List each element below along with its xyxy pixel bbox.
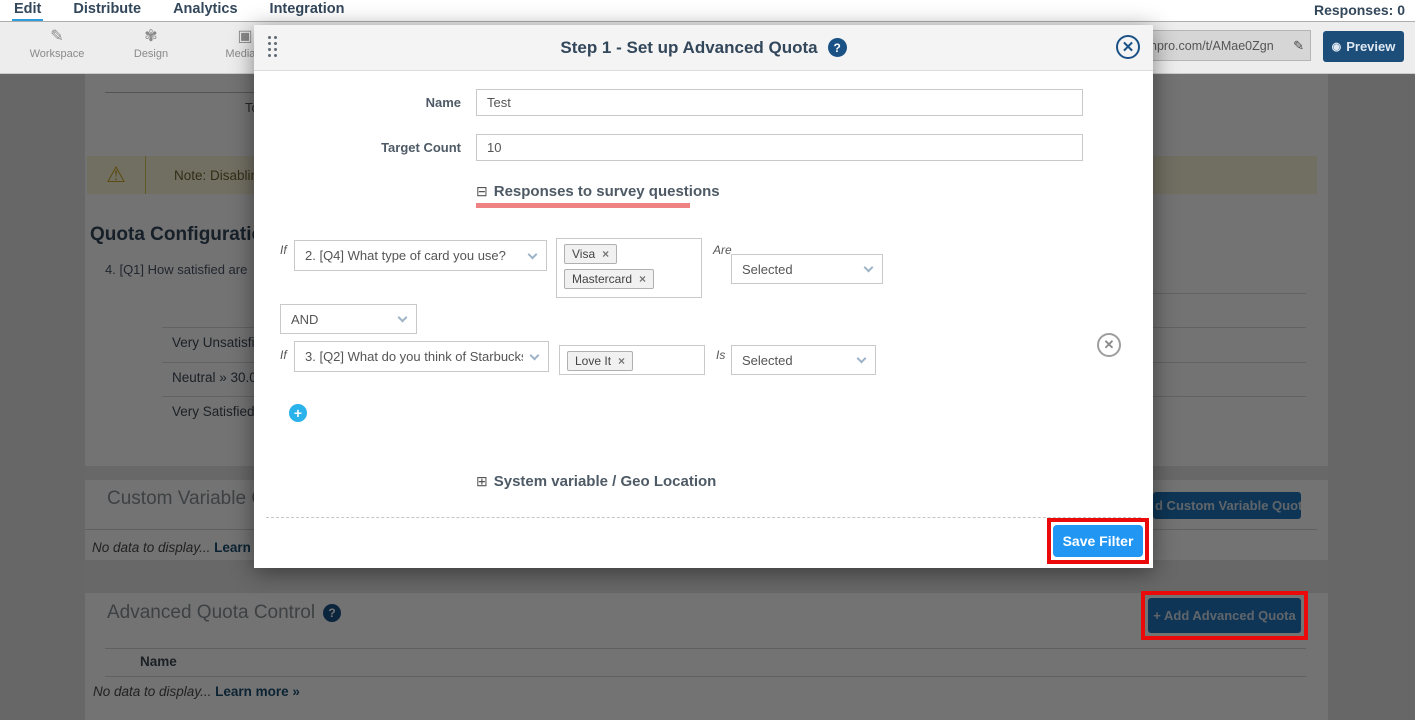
responses-section-toggle[interactable]: ⊟ Responses to survey questions: [476, 183, 720, 200]
chevron-down-icon: [530, 350, 540, 360]
survey-url-text: npro.com/t/AMae0Zgn: [1150, 39, 1293, 53]
remove-condition-icon[interactable]: ✕: [1097, 333, 1121, 357]
condition2-if-label: If: [280, 348, 287, 362]
logic-operator-select[interactable]: AND: [280, 304, 417, 334]
footer-dashed-divider: [266, 517, 1141, 518]
modal-title: Step 1 - Set up Advanced Quota ?: [560, 38, 846, 58]
target-count-input[interactable]: [476, 134, 1083, 161]
expand-icon: ⊞: [476, 473, 488, 490]
name-label: Name: [334, 95, 461, 110]
chevron-down-icon: [398, 313, 408, 323]
nav-tab-analytics[interactable]: Analytics: [171, 0, 239, 19]
remove-tag-icon[interactable]: ×: [618, 354, 625, 368]
condition1-question-select[interactable]: 2. [Q4] What type of card you use?: [294, 240, 547, 271]
answer-tag: Mastercard ×: [564, 269, 654, 289]
chevron-down-icon: [864, 263, 874, 273]
remove-tag-icon[interactable]: ×: [602, 247, 609, 261]
add-advanced-quota-annotation-box: [1141, 591, 1308, 640]
edit-url-pencil-icon[interactable]: ✎: [1293, 38, 1304, 54]
condition1-if-label: If: [280, 243, 287, 257]
responses-count: Responses: 0: [1314, 2, 1405, 18]
save-filter-annotation-box: Save Filter: [1047, 518, 1149, 564]
section-underline: [476, 203, 690, 208]
eye-icon: ◉: [1332, 40, 1342, 53]
advanced-quota-modal: Step 1 - Set up Advanced Quota ? ✕ Name …: [254, 25, 1153, 568]
survey-url-field[interactable]: npro.com/t/AMae0Zgn ✎: [1141, 30, 1311, 61]
collapse-icon: ⊟: [476, 183, 488, 200]
name-input[interactable]: [476, 89, 1083, 116]
top-nav: Edit Distribute Analytics Integration Re…: [0, 0, 1415, 22]
chevron-down-icon: [857, 354, 867, 364]
drag-handle-icon[interactable]: [268, 36, 277, 57]
condition2-answers-box[interactable]: Love It ×: [559, 345, 705, 375]
chevron-down-icon: [528, 249, 538, 259]
nav-tab-distribute[interactable]: Distribute: [71, 0, 143, 19]
modal-header: Step 1 - Set up Advanced Quota ? ✕: [254, 25, 1153, 71]
condition1-are-label: Are: [713, 243, 732, 257]
nav-tab-edit[interactable]: Edit: [12, 0, 43, 21]
condition1-answers-box[interactable]: Visa × Mastercard ×: [556, 238, 702, 298]
preview-button[interactable]: ◉ Preview: [1323, 31, 1404, 62]
condition2-question-select[interactable]: 3. [Q2] What do you think of Starbucks..…: [294, 341, 549, 372]
system-variable-section-toggle[interactable]: ⊞ System variable / Geo Location: [476, 473, 716, 490]
modal-help-icon[interactable]: ?: [828, 38, 847, 57]
answer-tag: Love It ×: [567, 351, 633, 371]
design-palette-icon: ✾: [104, 28, 198, 48]
target-count-label: Target Count: [334, 140, 461, 155]
add-condition-icon[interactable]: +: [289, 404, 307, 422]
condition1-operator-select[interactable]: Selected: [731, 254, 883, 284]
save-filter-button[interactable]: Save Filter: [1053, 525, 1143, 557]
answer-tag: Visa ×: [564, 244, 617, 264]
remove-tag-icon[interactable]: ×: [639, 272, 646, 286]
close-icon[interactable]: ✕: [1116, 35, 1140, 59]
condition2-operator-select[interactable]: Selected: [731, 345, 876, 375]
nav-tab-integration[interactable]: Integration: [268, 0, 347, 19]
toolbar-item-design[interactable]: ✾ Design: [104, 22, 198, 60]
app-window: Edit Distribute Analytics Integration Re…: [0, 0, 1415, 720]
workspace-icon: ✎: [10, 28, 104, 48]
toolbar-item-workspace[interactable]: ✎ Workspace: [10, 22, 104, 60]
condition2-is-label: Is: [716, 348, 725, 362]
